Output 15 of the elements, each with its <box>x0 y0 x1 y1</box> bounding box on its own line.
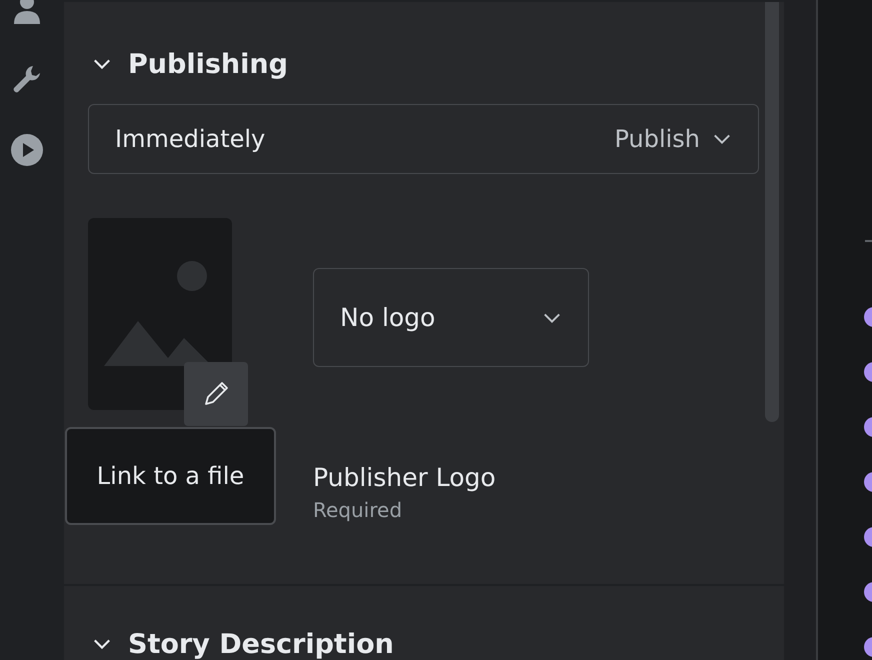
scrollbar[interactable] <box>765 2 779 422</box>
section-title: Story Description <box>128 628 394 660</box>
section-title: Publishing <box>128 48 288 80</box>
field-label: Publisher Logo <box>313 463 497 492</box>
tooltip: Link to a file <box>65 427 276 525</box>
chevron-icon[interactable] <box>92 58 112 70</box>
hint-text: Required <box>313 498 404 522</box>
chevron-icon <box>712 133 732 145</box>
edit-button[interactable] <box>184 362 248 426</box>
play-icon[interactable] <box>11 134 43 166</box>
logo-dropdown[interactable]: No logo <box>313 268 589 367</box>
chevron-icon[interactable] <box>92 638 112 650</box>
chevron-icon <box>542 312 562 324</box>
timing-dropdown[interactable]: Immediately Publish <box>88 104 759 174</box>
person-icon[interactable] <box>11 0 43 26</box>
